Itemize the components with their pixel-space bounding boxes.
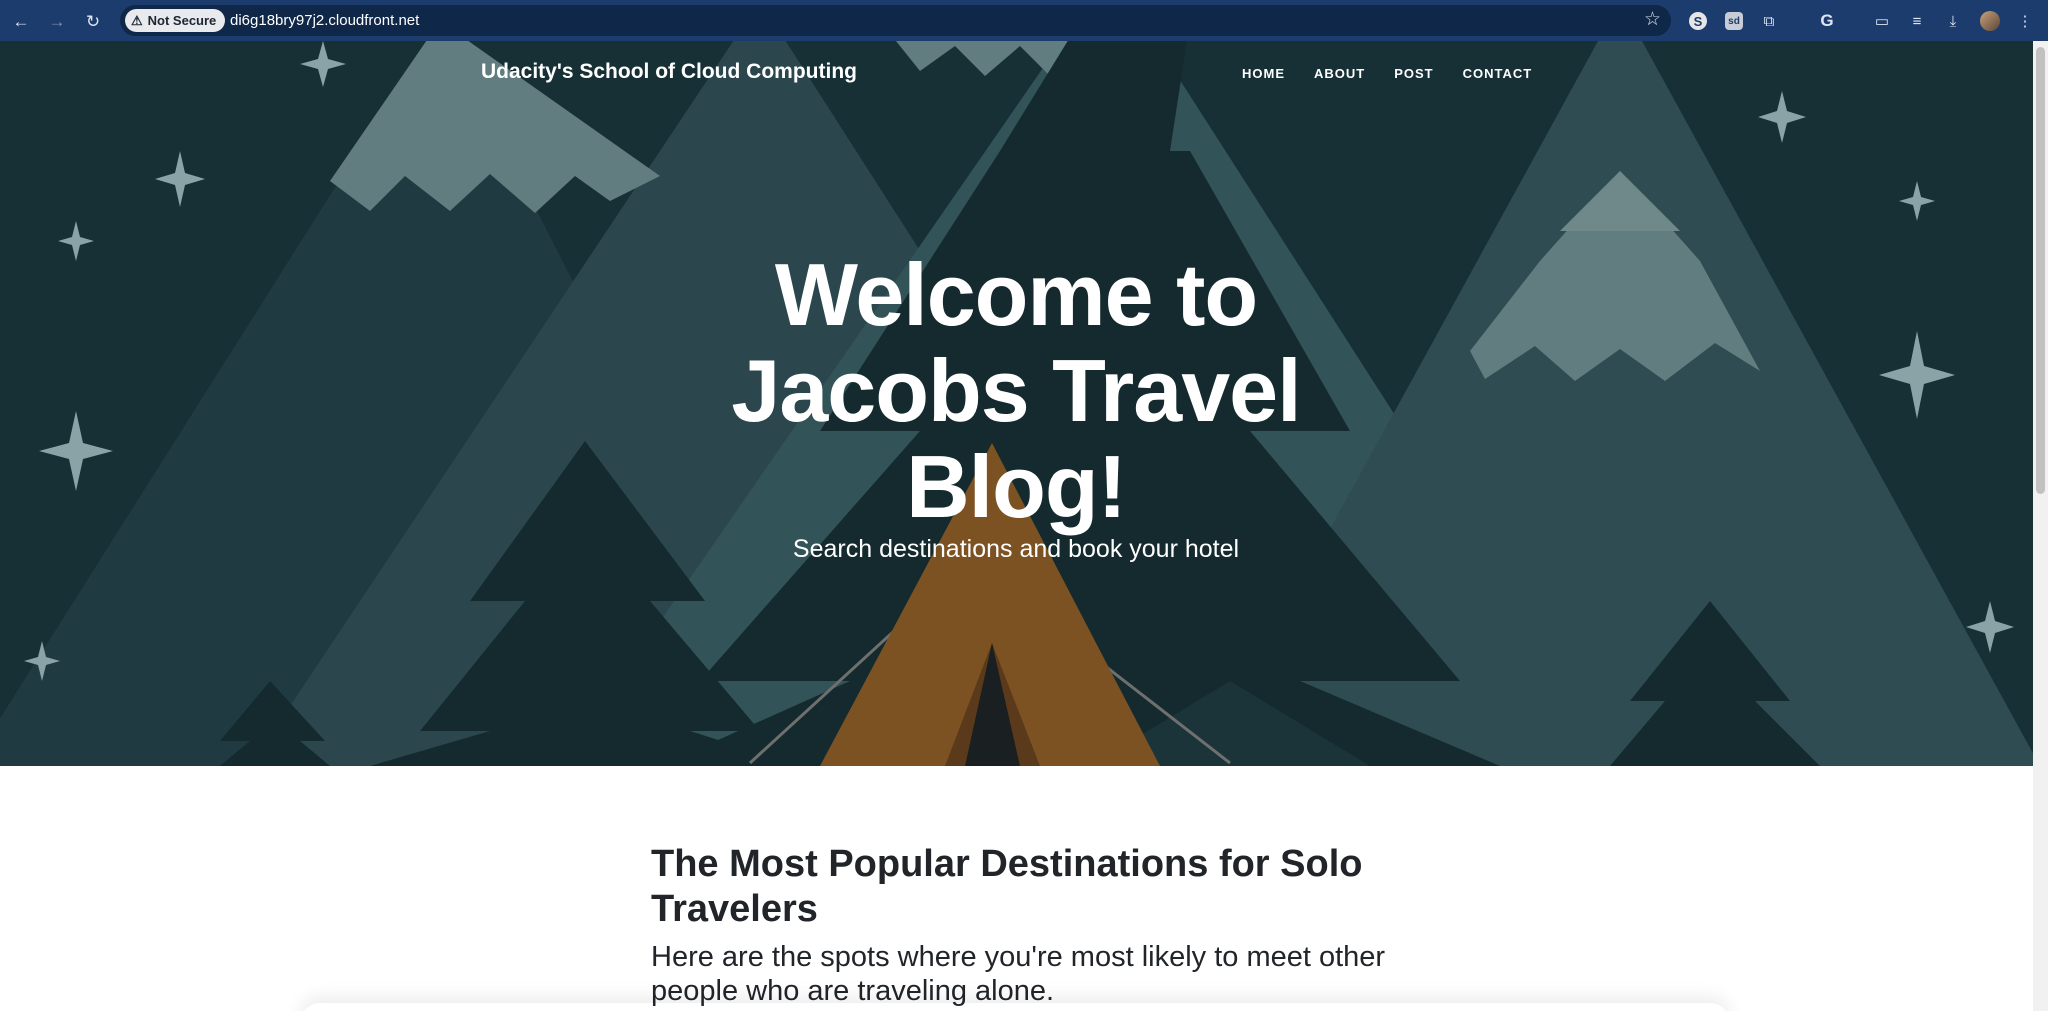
bookmark-star-icon[interactable]: ☆ xyxy=(1644,8,1661,31)
site-brand[interactable]: Udacity's School of Cloud Computing xyxy=(481,60,857,84)
url-text[interactable]: di6g18bry97j2.cloudfront.net xyxy=(230,12,419,29)
warning-triangle-icon: ⚠ xyxy=(131,12,143,28)
post-title[interactable]: The Most Popular Destinations for Solo T… xyxy=(651,842,1421,932)
content-card-edge xyxy=(300,1003,1730,1011)
reload-icon[interactable]: ↻ xyxy=(78,6,108,36)
address-bar[interactable]: ⚠ Not Secure di6g18bry97j2.cloudfront.ne… xyxy=(120,5,1671,36)
hero-title: Welcome to Jacobs Travel Blog! xyxy=(731,245,1301,536)
scrollbar-thumb[interactable] xyxy=(2036,47,2045,494)
page-viewport: Udacity's School of Cloud Computing HOME… xyxy=(0,41,2033,1011)
extension-sd-icon[interactable]: sd xyxy=(1725,12,1743,30)
nav-link-about[interactable]: ABOUT xyxy=(1314,66,1365,81)
security-label: Not Secure xyxy=(147,13,217,28)
browser-toolbar: ← → ↻ ⚠ Not Secure di6g18bry97j2.cloudfr… xyxy=(0,0,2048,41)
extension-s-icon[interactable]: S xyxy=(1689,12,1707,30)
more-menu-icon[interactable]: ⋮ xyxy=(2014,10,2036,32)
download-icon[interactable]: ⤓ xyxy=(1942,10,1964,32)
hero-subtitle: Search destinations and book your hotel xyxy=(792,535,1240,563)
nav-link-contact[interactable]: CONTACT xyxy=(1463,66,1533,81)
media-queue-icon[interactable]: ≡ xyxy=(1906,10,1928,32)
cast-icon[interactable]: ▭ xyxy=(1871,10,1893,32)
post-subtitle[interactable]: Here are the spots where you're most lik… xyxy=(651,940,1421,1008)
main-nav: HOME ABOUT POST CONTACT xyxy=(1242,66,1532,81)
nav-link-post[interactable]: POST xyxy=(1394,66,1433,81)
hero-banner: Udacity's School of Cloud Computing HOME… xyxy=(0,41,2033,766)
back-arrow-icon[interactable]: ← xyxy=(6,6,36,36)
page-scrollbar[interactable] xyxy=(2033,41,2048,1011)
profile-avatar[interactable] xyxy=(1980,11,2000,31)
forward-arrow-icon[interactable]: → xyxy=(42,6,72,36)
extension-g-icon[interactable]: G xyxy=(1816,10,1838,32)
puzzle-piece-icon[interactable]: ⧉ xyxy=(1758,10,1780,32)
security-indicator[interactable]: ⚠ Not Secure xyxy=(125,9,226,32)
nav-link-home[interactable]: HOME xyxy=(1242,66,1285,81)
